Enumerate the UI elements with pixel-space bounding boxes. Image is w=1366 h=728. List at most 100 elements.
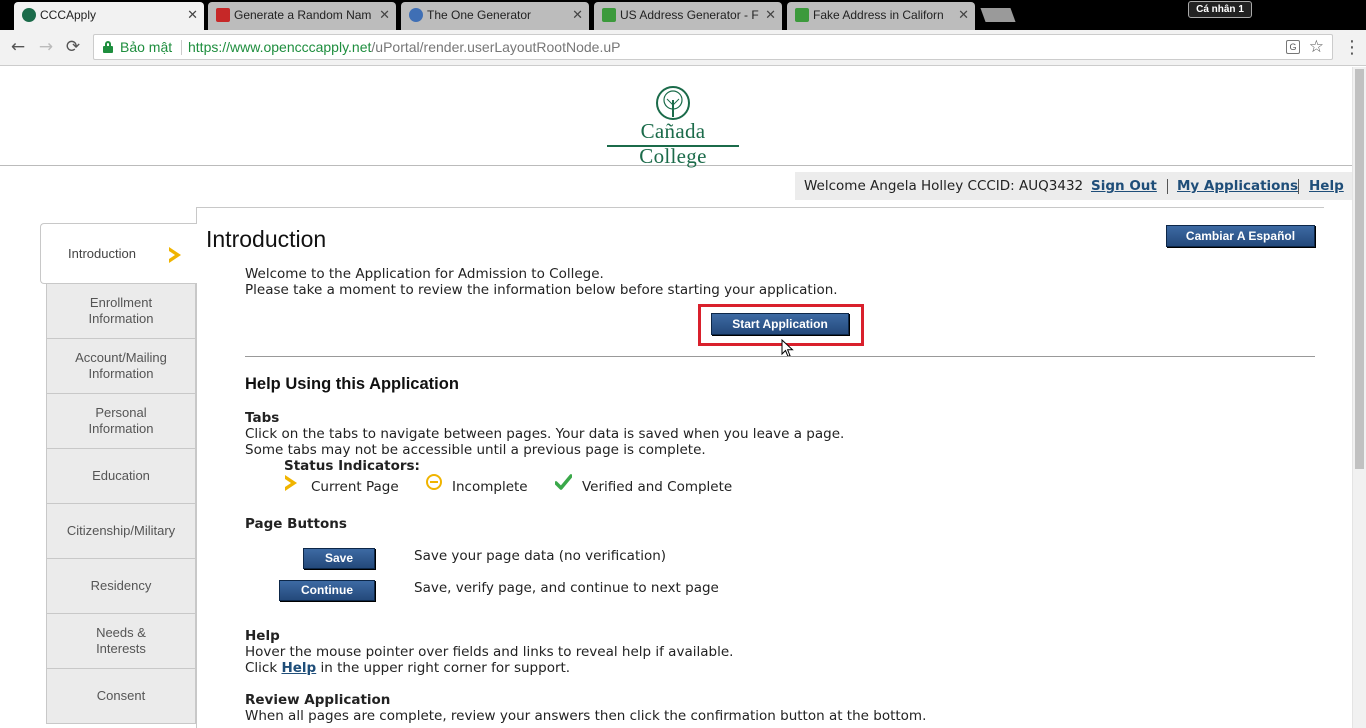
- college-name: Cañada College: [639, 119, 707, 168]
- save-button[interactable]: Save: [303, 548, 375, 569]
- label-line: Interests: [96, 641, 146, 656]
- reload-icon[interactable]: ⟳: [63, 37, 83, 57]
- browser-tab-us-address[interactable]: US Address Generator - F ✕: [594, 2, 782, 30]
- sidebar-item-label: Personal Information: [88, 405, 153, 437]
- current-page-chevron-icon: [285, 475, 297, 491]
- page-title: Introduction: [206, 226, 327, 252]
- bookmark-star-icon[interactable]: ☆: [1309, 35, 1324, 59]
- label-line: Information: [88, 421, 154, 436]
- start-application-button[interactable]: Start Application: [711, 313, 849, 335]
- url-host: https://www.opencccapply.net: [188, 39, 372, 55]
- sidebar-item-label: Consent: [96, 688, 146, 703]
- close-tab-icon[interactable]: ✕: [379, 2, 390, 28]
- close-tab-icon[interactable]: ✕: [572, 2, 583, 28]
- close-tab-icon[interactable]: ✕: [765, 2, 776, 28]
- sidebar-item-label: Account/Mailing Information: [75, 350, 167, 382]
- spanish-language-button[interactable]: Cambiar A Español: [1166, 225, 1315, 247]
- help-text-pre: Click: [245, 660, 282, 676]
- cccapply-favicon-icon: [22, 8, 36, 22]
- label-line: Personal: [95, 405, 147, 420]
- browser-tab-cccapply[interactable]: CCCApply ✕: [14, 2, 204, 30]
- help-inline-link[interactable]: Help: [281, 660, 316, 676]
- sidebar-item-citizenship-military[interactable]: Citizenship/Military: [46, 504, 196, 559]
- label-line: Information: [88, 366, 154, 381]
- tab-title: The One Generator: [427, 8, 532, 22]
- sidebar-item-label: Citizenship/Military: [66, 523, 176, 538]
- address-divider: [181, 40, 182, 55]
- one-generator-favicon-icon: [409, 8, 423, 22]
- sidebar-item-consent[interactable]: Consent: [46, 669, 196, 724]
- save-description: Save your page data (no verification): [414, 548, 667, 564]
- help-text: Hover the mouse pointer over fields and …: [245, 644, 734, 660]
- welcome-line: Please take a moment to review the infor…: [245, 282, 838, 298]
- sidebar-item-education[interactable]: Education: [46, 449, 196, 504]
- map-pin-favicon-icon: [602, 8, 616, 22]
- tab-title: CCCApply: [40, 8, 97, 22]
- label-line: Needs &: [96, 625, 146, 640]
- help-text-post: in the upper right corner for support.: [316, 660, 571, 676]
- sidebar-item-account-mailing[interactable]: Account/Mailing Information: [46, 339, 196, 394]
- browser-tab-one-generator[interactable]: The One Generator ✕: [401, 2, 589, 30]
- sidebar-item-needs-interests[interactable]: Needs & Interests: [46, 614, 196, 669]
- section-divider: [245, 356, 1315, 357]
- vertical-scrollbar[interactable]: [1352, 67, 1366, 728]
- sidebar-item-enrollment[interactable]: Enrollment Information: [46, 284, 196, 339]
- tab-title: US Address Generator - F: [620, 8, 759, 22]
- url-path: /uPortal/render.userLayoutRootNode.uP: [371, 39, 621, 55]
- sidebar-item-residency[interactable]: Residency: [46, 559, 196, 614]
- college-logo[interactable]: Cañada College: [605, 85, 741, 168]
- status-incomplete-label: Incomplete: [452, 479, 528, 495]
- browser-tab-fake-address[interactable]: Fake Address in Californ ✕: [787, 2, 975, 30]
- address-bar[interactable]: Bảo mật https://www.opencccapply.net/uPo…: [93, 34, 1333, 60]
- page-header: Cañada College: [0, 67, 1352, 168]
- secure-label: Bảo mật: [120, 39, 173, 55]
- help-text: Click Help in the upper right corner for…: [245, 660, 570, 676]
- sidebar-item-label: Introduction: [68, 245, 136, 261]
- profile-button[interactable]: Cá nhân 1: [1188, 1, 1252, 18]
- sidebar-item-label: Residency: [90, 578, 152, 593]
- logo-underline: [607, 145, 739, 147]
- tabs-heading: Tabs: [245, 410, 280, 426]
- browser-menu-icon[interactable]: ⋮: [1343, 38, 1361, 58]
- sidebar-item-label: Enrollment Information: [88, 295, 153, 327]
- help-link[interactable]: Help: [1309, 172, 1344, 200]
- lock-icon: [103, 41, 113, 53]
- incomplete-icon: [426, 474, 442, 490]
- browser-toolbar: ← → ⟳ Bảo mật https://www.opencccapply.n…: [0, 30, 1366, 66]
- verified-check-icon: [555, 474, 572, 490]
- browser-tab-random-name[interactable]: Generate a Random Nam ✕: [208, 2, 396, 30]
- tabs-text: Click on the tabs to navigate between pa…: [245, 426, 845, 442]
- userbar-divider: [1167, 179, 1168, 194]
- new-tab-button[interactable]: [980, 8, 1016, 22]
- close-tab-icon[interactable]: ✕: [187, 2, 198, 28]
- translate-icon[interactable]: G: [1286, 40, 1300, 54]
- tabs-text: Some tabs may not be accessible until a …: [245, 442, 706, 458]
- sidebar-item-label: Needs & Interests: [96, 625, 146, 657]
- welcome-text: Welcome Angela Holley CCCID: AUQ3432: [804, 178, 1084, 194]
- tab-title: Fake Address in Californ: [813, 8, 944, 22]
- userbar-divider: [1298, 179, 1299, 194]
- url-text: https://www.opencccapply.net/uPortal/ren…: [188, 35, 620, 59]
- my-applications-link[interactable]: My Applications: [1177, 172, 1298, 200]
- continue-button[interactable]: Continue: [279, 580, 375, 601]
- scrollbar-thumb[interactable]: [1355, 69, 1364, 469]
- page-buttons-heading: Page Buttons: [245, 516, 347, 532]
- welcome-line: Welcome to the Application for Admission…: [245, 266, 604, 282]
- label-line: Account/Mailing: [75, 350, 167, 365]
- back-icon[interactable]: ←: [8, 37, 28, 57]
- sidebar-item-personal[interactable]: Personal Information: [46, 394, 196, 449]
- browser-tab-bar: CCCApply ✕ Generate a Random Nam ✕ The O…: [0, 0, 1366, 30]
- sign-out-link[interactable]: Sign Out: [1091, 172, 1157, 200]
- oak-tree-icon: [656, 86, 690, 120]
- user-bar: Welcome Angela Holley CCCID: AUQ3432 Sig…: [795, 172, 1352, 200]
- review-heading: Review Application: [245, 692, 391, 708]
- sidebar-item-label: Education: [92, 468, 150, 483]
- sidebar-item-introduction[interactable]: Introduction: [40, 223, 197, 284]
- close-tab-icon[interactable]: ✕: [958, 2, 969, 28]
- current-page-chevron-icon: [169, 247, 181, 263]
- status-current-label: Current Page: [311, 479, 399, 495]
- help-section-heading: Help: [245, 628, 280, 644]
- review-text: When all pages are complete, review your…: [245, 708, 927, 724]
- forward-icon[interactable]: →: [36, 37, 56, 57]
- status-verified-label: Verified and Complete: [582, 479, 733, 495]
